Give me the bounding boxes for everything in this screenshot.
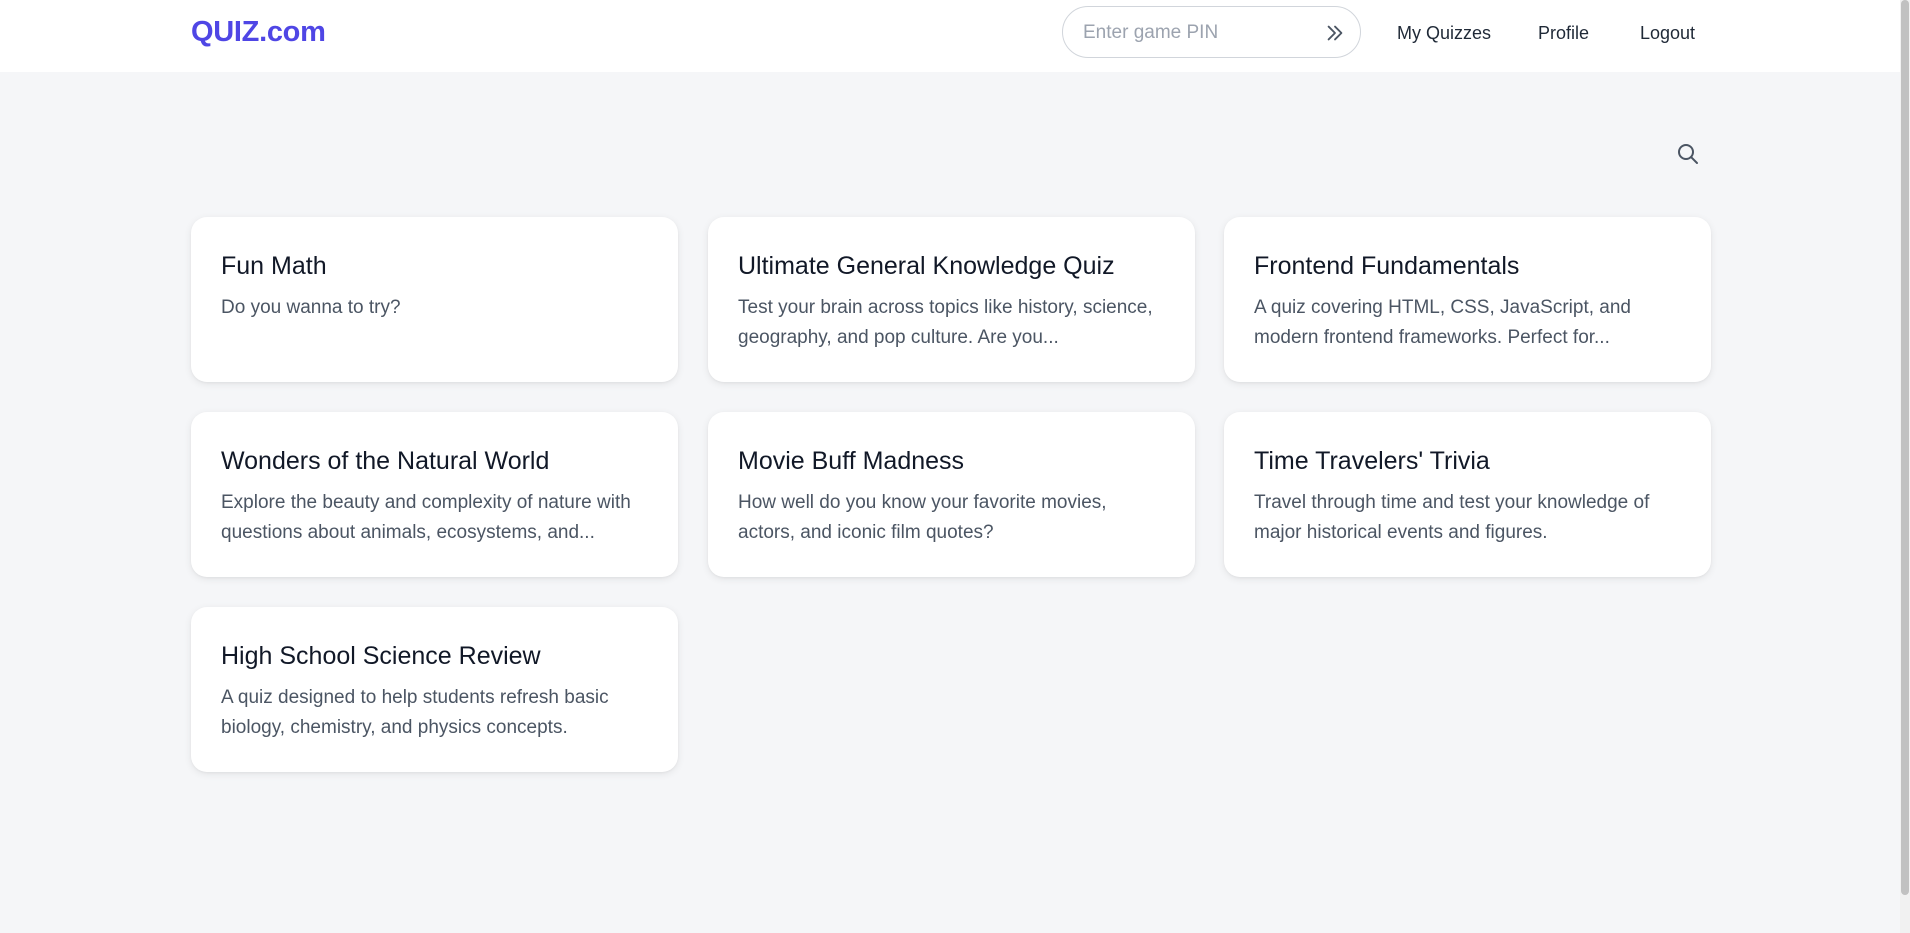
quiz-card[interactable]: Frontend Fundamentals A quiz covering HT… bbox=[1224, 217, 1711, 382]
game-pin-box bbox=[1062, 6, 1361, 58]
logo[interactable]: QUIZ.com bbox=[191, 16, 326, 49]
quiz-card[interactable]: Movie Buff Madness How well do you know … bbox=[708, 412, 1195, 577]
quiz-card-description: A quiz designed to help students refresh… bbox=[221, 687, 609, 738]
quiz-card-description: A quiz covering HTML, CSS, JavaScript, a… bbox=[1254, 297, 1631, 348]
page: QUIZ.com My Quizzes Profile Logout Fun M… bbox=[0, 0, 1910, 933]
quiz-card-description: How well do you know your favorite movie… bbox=[738, 492, 1107, 543]
game-pin-input[interactable] bbox=[1083, 19, 1313, 47]
quiz-card-title: High School Science Review bbox=[221, 642, 541, 670]
quiz-card[interactable]: Ultimate General Knowledge Quiz Test you… bbox=[708, 217, 1195, 382]
quiz-card-description: Test your brain across topics like histo… bbox=[738, 297, 1153, 348]
quiz-card-title: Frontend Fundamentals bbox=[1254, 252, 1520, 280]
quiz-card-description: Travel through time and test your knowle… bbox=[1254, 492, 1650, 543]
quiz-card-title: Movie Buff Madness bbox=[738, 447, 965, 475]
quiz-card[interactable]: Fun Math Do you wanna to try? bbox=[191, 217, 678, 382]
quiz-card-description: Explore the beauty and complexity of nat… bbox=[221, 492, 631, 543]
double-chevron-right-icon[interactable] bbox=[1322, 20, 1348, 46]
quiz-card[interactable]: High School Science Review A quiz design… bbox=[191, 607, 678, 772]
nav-my-quizzes[interactable]: My Quizzes bbox=[1397, 23, 1491, 44]
quiz-card-title: Ultimate General Knowledge Quiz bbox=[738, 252, 1115, 280]
quiz-card[interactable]: Wonders of the Natural World Explore the… bbox=[191, 412, 678, 577]
search-icon[interactable] bbox=[1674, 140, 1702, 168]
scrollbar-thumb[interactable] bbox=[1901, 0, 1909, 895]
quiz-card[interactable]: Time Travelers' Trivia Travel through ti… bbox=[1224, 412, 1711, 577]
quiz-card-title: Wonders of the Natural World bbox=[221, 447, 550, 475]
quiz-card-description: Do you wanna to try? bbox=[221, 297, 401, 318]
navbar: QUIZ.com My Quizzes Profile Logout bbox=[0, 0, 1900, 72]
quiz-card-title: Fun Math bbox=[221, 252, 327, 280]
nav-profile[interactable]: Profile bbox=[1538, 23, 1589, 44]
nav-logout[interactable]: Logout bbox=[1640, 23, 1695, 44]
quiz-card-title: Time Travelers' Trivia bbox=[1254, 447, 1490, 475]
